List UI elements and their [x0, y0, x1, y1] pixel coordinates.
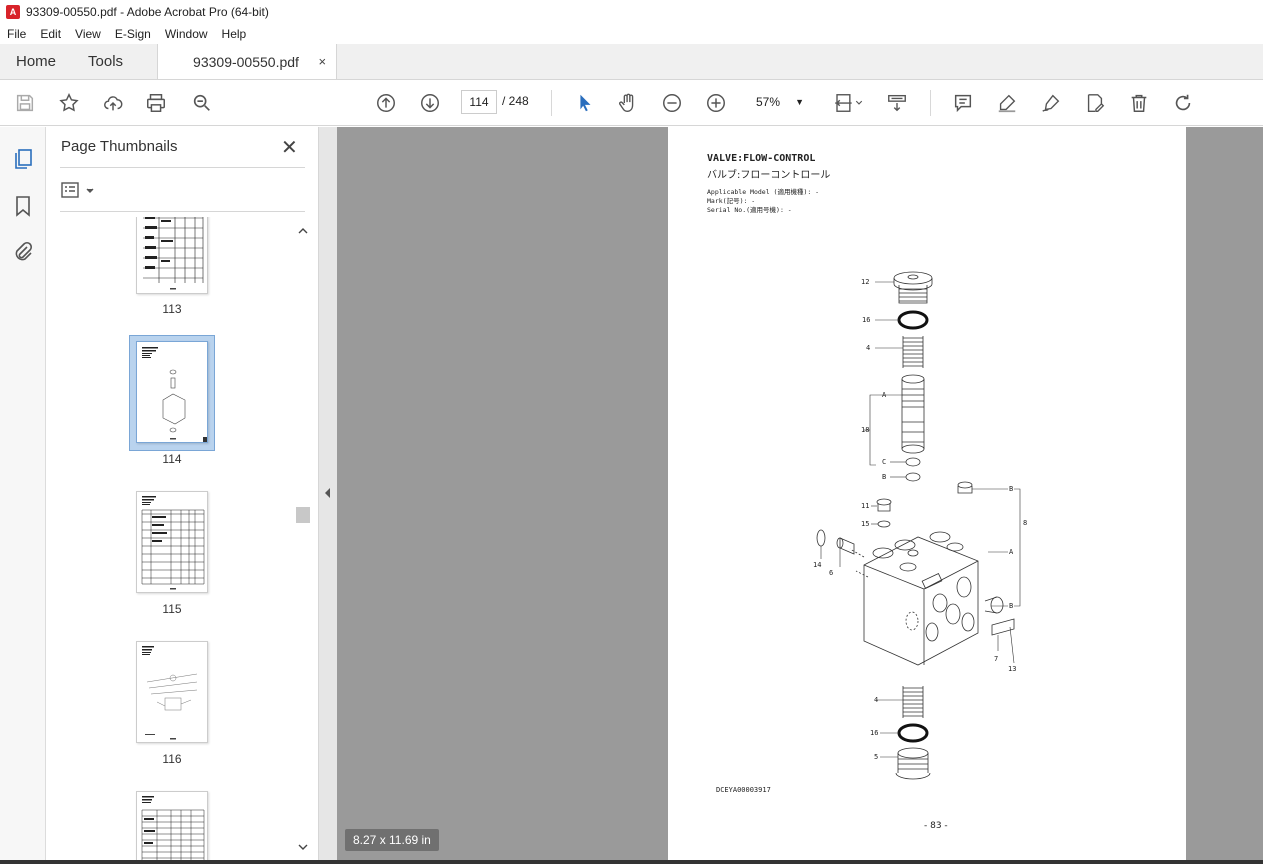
tab-document[interactable]: 93309-00550.pdf × — [157, 44, 338, 79]
callout-label: 11 — [861, 502, 870, 510]
bookmark-star-icon[interactable] — [56, 90, 82, 116]
acrobat-pdf-icon: A — [6, 5, 20, 19]
page-number: - 83 - — [924, 821, 948, 831]
current-page-input[interactable]: 114 — [461, 90, 497, 114]
print-icon[interactable] — [143, 90, 169, 116]
next-page-icon[interactable] — [417, 90, 443, 116]
attachments-paperclip-icon[interactable] — [11, 240, 35, 264]
menu-view[interactable]: View — [68, 27, 108, 41]
thumbnail-label: 113 — [162, 302, 182, 316]
left-navigation-rail — [0, 127, 46, 860]
callout-label: 18 — [861, 426, 870, 434]
highlight-pen-icon[interactable] — [994, 90, 1020, 116]
chevron-down-icon: ▼ — [795, 97, 804, 107]
pdf-page: VALVE:FLOW-CONTROL バルブ:フローコントロール Applica… — [668, 127, 1186, 860]
upload-cloud-icon[interactable] — [100, 90, 126, 116]
tab-document-label: 93309-00550.pdf — [193, 53, 299, 70]
previous-page-icon[interactable] — [373, 90, 399, 116]
callout-label: 5 — [874, 753, 879, 761]
bookmarks-icon[interactable] — [11, 194, 35, 218]
menu-help[interactable]: Help — [215, 27, 254, 41]
zoom-level-dropdown[interactable]: 57% ▼ — [748, 90, 810, 114]
document-viewer[interactable]: VALVE:FLOW-CONTROL バルブ:フローコントロール Applica… — [337, 127, 1263, 860]
tab-tools[interactable]: Tools — [72, 44, 139, 79]
callout-label: 4 — [866, 344, 871, 352]
zoom-level-value: 57% — [756, 95, 781, 109]
tab-home[interactable]: Home — [0, 44, 72, 79]
select-cursor-icon[interactable] — [572, 90, 598, 116]
zoom-out-icon[interactable] — [659, 90, 685, 116]
exploded-parts-diagram — [816, 271, 1021, 780]
panel-title: Page Thumbnails — [61, 138, 178, 155]
callout-label: 4 — [874, 696, 879, 704]
callout-label: B — [1009, 602, 1014, 610]
thumbnail-page-114[interactable] — [136, 341, 208, 443]
callout-label: 12 — [861, 278, 870, 286]
callout-label: 13 — [1008, 665, 1017, 673]
callout-label: 6 — [829, 569, 834, 577]
callout-label: A — [1009, 548, 1014, 556]
menu-bar: File Edit View E-Sign Window Help — [0, 24, 1263, 44]
close-panel-icon[interactable]: ✕ — [281, 135, 298, 160]
callout-label: C — [882, 458, 887, 466]
close-tab-icon[interactable]: × — [318, 54, 326, 69]
thumbnails-list: 113 114 115 116 — [46, 217, 296, 860]
thumbnail-label: 114 — [162, 452, 182, 466]
scrollbar-thumb[interactable] — [296, 507, 310, 523]
thumbnail-label: 116 — [162, 752, 182, 766]
page-thumbnails-panel: Page Thumbnails ✕ 113 114 115 116 — [46, 127, 319, 860]
drawing-code: DCEYA00003917 — [716, 786, 771, 794]
title-bar: A 93309-00550.pdf - Adobe Acrobat Pro (6… — [0, 0, 1263, 24]
callout-label: 7 — [994, 655, 999, 663]
callout-label: 14 — [813, 561, 822, 569]
scroll-mode-icon[interactable] — [884, 90, 910, 116]
thumbnail-page-113[interactable] — [136, 217, 208, 294]
divider — [60, 211, 305, 212]
callout-label: A — [882, 391, 887, 399]
divider — [60, 167, 305, 168]
thumbnail-options-menu[interactable] — [61, 181, 97, 199]
draw-sign-icon[interactable] — [1038, 90, 1064, 116]
callout-label: 16 — [870, 729, 879, 737]
callout-label: B — [1009, 485, 1014, 493]
menu-file[interactable]: File — [0, 27, 33, 41]
toolbar-divider — [551, 90, 552, 116]
save-icon[interactable] — [12, 90, 38, 116]
thumbnail-page-117[interactable] — [136, 791, 208, 860]
toolbar-divider — [930, 90, 931, 116]
callout-label: 8 — [1023, 519, 1028, 527]
thumbnails-scrollbar[interactable] — [296, 219, 310, 859]
rotate-redo-icon[interactable] — [1170, 90, 1196, 116]
menu-edit[interactable]: Edit — [33, 27, 68, 41]
delete-trash-icon[interactable] — [1126, 90, 1152, 116]
zoom-search-icon[interactable] — [189, 90, 215, 116]
callout-label: 15 — [861, 520, 870, 528]
menu-esign[interactable]: E-Sign — [108, 27, 158, 41]
page-size-badge: 8.27 x 11.69 in — [345, 829, 439, 851]
page-total-label: / 248 — [502, 94, 529, 108]
page-fit-icon[interactable] — [830, 90, 866, 116]
menu-window[interactable]: Window — [158, 27, 215, 41]
zoom-in-icon[interactable] — [703, 90, 729, 116]
callout-label: B — [882, 473, 887, 481]
edit-pdf-icon[interactable] — [1082, 90, 1108, 116]
thumbnail-page-116[interactable] — [136, 641, 208, 743]
callout-label: 16 — [862, 316, 871, 324]
page-thumbnails-icon[interactable] — [11, 147, 35, 171]
hand-tool-icon[interactable] — [615, 90, 641, 116]
toolbar: 114 / 248 57% ▼ — [0, 80, 1263, 126]
comment-icon[interactable] — [950, 90, 976, 116]
tab-bar: Home Tools 93309-00550.pdf × — [0, 44, 1263, 80]
window-title: 93309-00550.pdf - Adobe Acrobat Pro (64-… — [26, 5, 269, 19]
thumbnail-label: 115 — [162, 602, 182, 616]
taskbar-edge — [0, 860, 1263, 864]
panel-collapse-handle[interactable] — [319, 127, 337, 860]
thumbnail-page-115[interactable] — [136, 491, 208, 593]
